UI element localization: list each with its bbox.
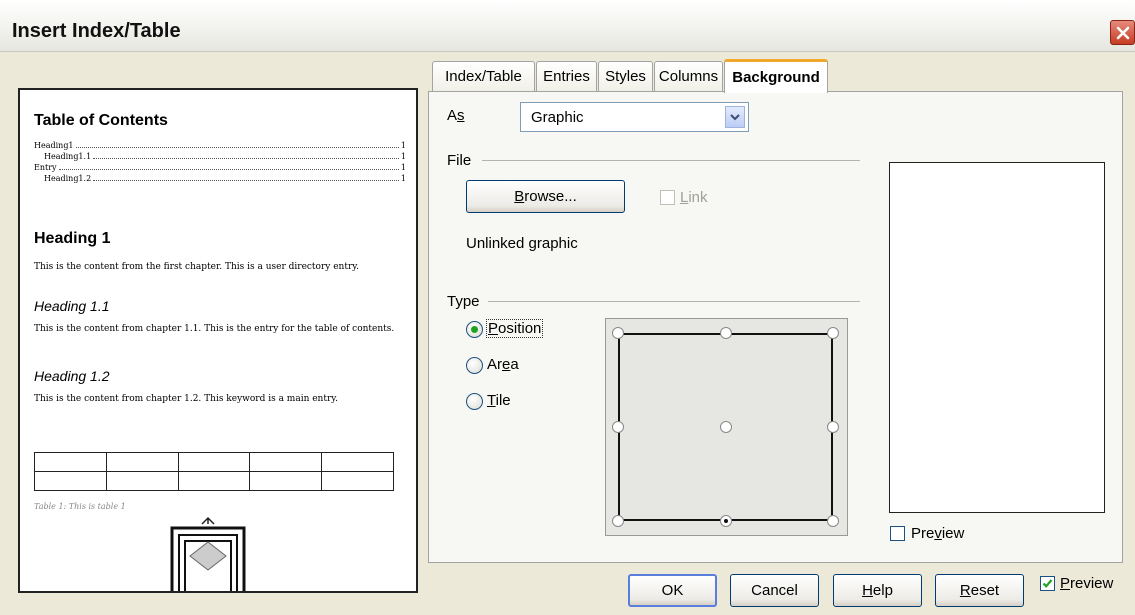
toc-entry-page: 1 bbox=[400, 163, 406, 172]
radio-area[interactable] bbox=[466, 357, 483, 374]
position-top-right[interactable] bbox=[827, 327, 839, 339]
cancel-button[interactable]: Cancel bbox=[730, 574, 819, 607]
radio-tile[interactable] bbox=[466, 393, 483, 410]
document-preview: Table of Contents Heading1 1 Heading1.1 … bbox=[18, 88, 418, 593]
as-select-value: Graphic bbox=[531, 109, 584, 126]
background-preview-label[interactable]: Preview bbox=[911, 525, 964, 542]
window-title: Insert Index/Table bbox=[12, 20, 181, 42]
position-picker bbox=[605, 318, 848, 536]
preview-body-text: This is the content from chapter 1.2. Th… bbox=[34, 394, 339, 404]
preview-body-text: This is the content from chapter 1.1. Th… bbox=[34, 324, 395, 334]
toc-leader bbox=[75, 147, 399, 148]
preview-heading-1-2: Heading 1.2 bbox=[34, 368, 110, 384]
file-section-divider bbox=[482, 160, 860, 161]
as-label: As bbox=[447, 107, 465, 124]
toc-entry-page: 1 bbox=[400, 152, 406, 161]
toc-entry-text: Heading1 bbox=[34, 141, 74, 150]
link-status-text: Unlinked graphic bbox=[466, 235, 578, 252]
preview-toc-title: Table of Contents bbox=[34, 112, 168, 129]
ok-button[interactable]: OK bbox=[628, 574, 717, 607]
link-label: Link bbox=[680, 189, 708, 206]
toc-entry-page: 1 bbox=[400, 141, 406, 150]
toc-entry-text: Entry bbox=[34, 163, 57, 172]
link-checkbox[interactable] bbox=[660, 190, 675, 205]
type-section-divider bbox=[488, 301, 860, 302]
preview-toc-entry: Entry 1 bbox=[34, 162, 406, 173]
position-top-left[interactable] bbox=[612, 327, 624, 339]
position-center[interactable] bbox=[720, 421, 732, 433]
picture-frame-icon bbox=[170, 516, 246, 591]
tab-entries[interactable]: Entries bbox=[536, 61, 597, 91]
title-bar[interactable]: Insert Index/Table bbox=[0, 0, 1135, 52]
preview-heading-1-1: Heading 1.1 bbox=[34, 298, 110, 314]
close-button[interactable] bbox=[1110, 20, 1135, 45]
checkmark-icon bbox=[1042, 579, 1053, 588]
preview-toc-entry: Heading1.2 1 bbox=[34, 173, 406, 184]
preview-toc-entry: Heading1 1 bbox=[34, 140, 406, 151]
tab-index-table[interactable]: Index/Table bbox=[432, 61, 535, 91]
preview-table bbox=[34, 452, 394, 491]
background-preview-area bbox=[889, 162, 1105, 513]
help-button[interactable]: Help bbox=[833, 574, 922, 607]
as-select[interactable]: Graphic bbox=[520, 102, 749, 132]
tab-columns[interactable]: Columns bbox=[654, 61, 723, 91]
reset-button[interactable]: Reset bbox=[935, 574, 1024, 607]
radio-tile-label[interactable]: Tile bbox=[487, 392, 511, 409]
dialog-preview-label[interactable]: Preview bbox=[1060, 575, 1113, 592]
position-middle-left[interactable] bbox=[612, 421, 624, 433]
toc-leader bbox=[93, 158, 399, 159]
background-preview-checkbox[interactable] bbox=[890, 526, 905, 541]
position-middle-right[interactable] bbox=[827, 421, 839, 433]
type-section-label: Type bbox=[447, 293, 480, 310]
close-icon bbox=[1116, 26, 1129, 39]
position-bottom-center[interactable] bbox=[720, 515, 732, 527]
toc-entry-page: 1 bbox=[400, 174, 406, 183]
toc-entry-text: Heading1.2 bbox=[44, 174, 92, 183]
position-bottom-right[interactable] bbox=[827, 515, 839, 527]
radio-position[interactable] bbox=[466, 321, 483, 338]
tab-background[interactable]: Background bbox=[724, 59, 828, 93]
toc-leader bbox=[58, 169, 399, 170]
chevron-down-icon[interactable] bbox=[725, 106, 745, 128]
radio-area-label[interactable]: Area bbox=[487, 356, 519, 373]
position-top-center[interactable] bbox=[720, 327, 732, 339]
radio-position-label[interactable]: Position bbox=[485, 319, 544, 338]
toc-entry-text: Heading1.1 bbox=[44, 152, 92, 161]
position-bottom-left[interactable] bbox=[612, 515, 624, 527]
file-section-label: File bbox=[447, 152, 472, 169]
preview-body-text: This is the content from the first chapt… bbox=[34, 262, 360, 272]
radio-selected-dot bbox=[471, 326, 478, 333]
insert-index-table-dialog: Insert Index/Table Table of Contents Hea… bbox=[0, 0, 1135, 615]
preview-table-caption: Table 1: This is table 1 bbox=[34, 502, 126, 511]
preview-toc-entry: Heading1.1 1 bbox=[34, 151, 406, 162]
tab-styles[interactable]: Styles bbox=[598, 61, 653, 91]
browse-button[interactable]: Browse... bbox=[466, 180, 625, 213]
preview-heading-1: Heading 1 bbox=[34, 230, 111, 247]
toc-leader bbox=[93, 180, 399, 181]
dialog-preview-checkbox[interactable] bbox=[1040, 576, 1055, 591]
